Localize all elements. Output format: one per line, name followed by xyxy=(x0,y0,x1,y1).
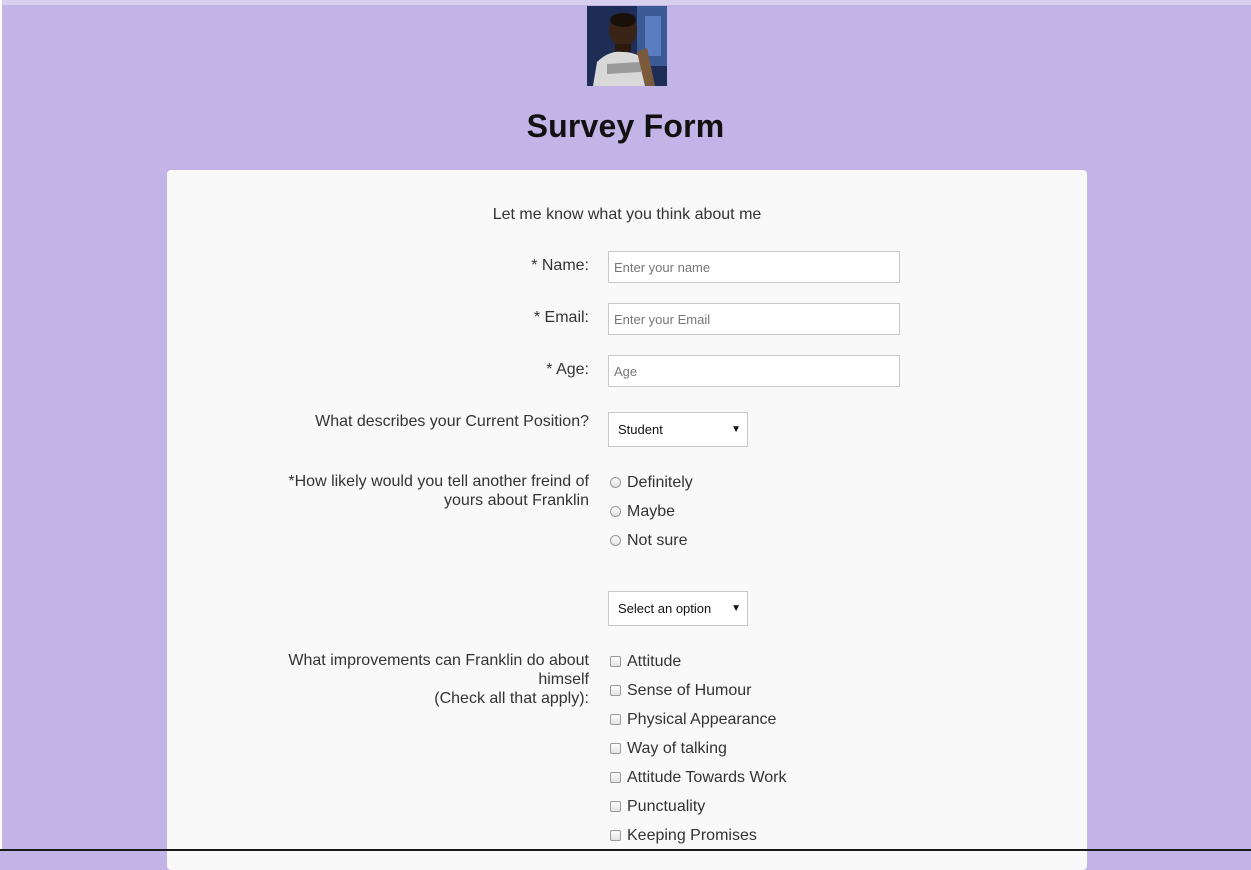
checkbox-option-way-of-talking[interactable]: Way of talking xyxy=(608,739,727,758)
checkbox-option-keeping-promises[interactable]: Keeping Promises xyxy=(608,826,757,845)
recommend-label-line2: yours about Franklin xyxy=(444,492,589,509)
position-label: What describes your Current Position? xyxy=(315,413,589,430)
profile-photo xyxy=(587,6,667,86)
checkbox-option-punctuality[interactable]: Punctuality xyxy=(608,797,705,816)
radio-option-maybe[interactable]: Maybe xyxy=(608,502,675,521)
profile-photo-image xyxy=(587,6,667,86)
page-title: Survey Form xyxy=(526,108,725,144)
recommend-label-line1: *How likely would you tell another frein… xyxy=(288,473,589,490)
survey-card: Let me know what you think about me * Na… xyxy=(167,170,1087,870)
checkbox-option-label: Way of talking xyxy=(627,740,727,757)
checkbox[interactable] xyxy=(610,801,621,812)
email-input[interactable] xyxy=(608,303,900,335)
radio-option-label: Definitely xyxy=(627,474,693,491)
radio-option-not-sure[interactable]: Not sure xyxy=(608,531,687,550)
improvements-label-line2: himself xyxy=(538,671,589,688)
radio-option-label: Not sure xyxy=(627,532,688,549)
checkbox-option-label: Physical Appearance xyxy=(627,711,777,728)
radio-button[interactable] xyxy=(610,477,621,488)
checkbox-option-label: Attitude Towards Work xyxy=(627,769,787,786)
improvements-label-line3: (Check all that apply): xyxy=(434,690,589,707)
position-select[interactable]: Student ▼ xyxy=(608,412,748,447)
age-label: * Age: xyxy=(546,361,589,378)
checkbox[interactable] xyxy=(610,714,621,725)
radio-option-label: Maybe xyxy=(627,503,676,520)
option-select-value: Select an option xyxy=(618,601,712,616)
name-input[interactable] xyxy=(608,251,900,283)
checkbox-option-attitude[interactable]: Attitude xyxy=(608,652,681,671)
caret-down-icon: ▼ xyxy=(731,603,741,614)
radio-button[interactable] xyxy=(610,506,621,517)
email-label: * Email: xyxy=(533,309,589,326)
checkbox[interactable] xyxy=(610,772,621,783)
checkbox-option-label: Attitude xyxy=(627,653,682,670)
top-strip xyxy=(0,0,1251,5)
recommend-label: *How likely would you tell another frein… xyxy=(288,472,589,510)
improvements-label-line1: What improvements can Franklin do about xyxy=(288,652,589,669)
caret-down-icon: ▼ xyxy=(731,424,741,435)
checkbox[interactable] xyxy=(610,743,621,754)
name-label: * Name: xyxy=(531,257,589,274)
checkbox[interactable] xyxy=(610,656,621,667)
position-select-value: Student xyxy=(618,422,663,437)
radio-option-definitely[interactable]: Definitely xyxy=(608,473,693,492)
age-input[interactable] xyxy=(608,355,900,387)
checkbox-option-label: Punctuality xyxy=(627,798,706,815)
checkbox-option-sense-of-humour[interactable]: Sense of Humour xyxy=(608,681,752,700)
survey-description: Let me know what you think about me xyxy=(492,206,762,223)
checkbox-option-label: Sense of Humour xyxy=(627,682,752,699)
improvements-label: What improvements can Franklin do about … xyxy=(288,651,589,708)
checkbox-option-physical-appearance[interactable]: Physical Appearance xyxy=(608,710,776,729)
checkbox-option-attitude-towards-work[interactable]: Attitude Towards Work xyxy=(608,768,786,787)
radio-button[interactable] xyxy=(610,535,621,546)
option-select[interactable]: Select an option ▼ xyxy=(608,591,748,626)
checkbox[interactable] xyxy=(610,830,621,841)
checkbox[interactable] xyxy=(610,685,621,696)
checkbox-option-label: Keeping Promises xyxy=(627,827,757,844)
